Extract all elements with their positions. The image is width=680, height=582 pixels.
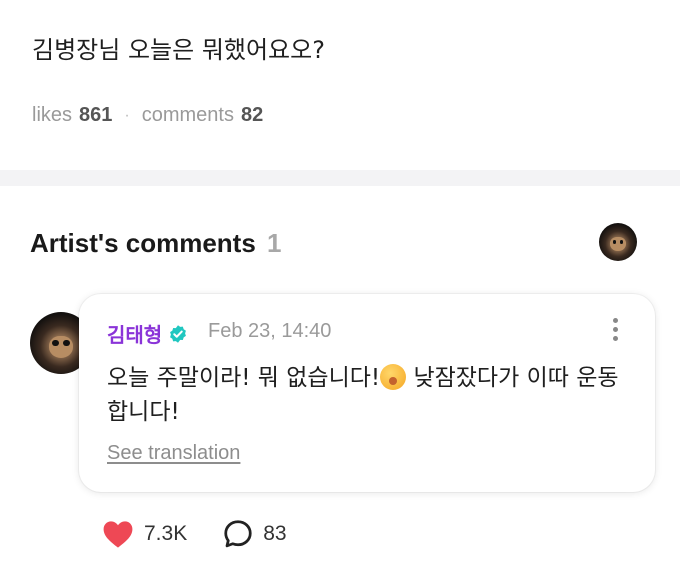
comment-text-part1: 오늘 주말이라! 뭐 없습니다!	[107, 365, 381, 391]
verified-check-icon	[170, 324, 187, 343]
comments-label: comments	[141, 104, 234, 126]
more-options-icon[interactable]	[607, 318, 623, 344]
see-translation-link[interactable]: See translation	[107, 442, 240, 465]
kebab-dot	[612, 327, 618, 332]
comment-author[interactable]: 김태형	[107, 319, 188, 348]
reply-bubble-icon[interactable]	[223, 519, 253, 549]
avatar-eye-left	[52, 339, 59, 347]
artist-avatar[interactable]	[599, 223, 637, 261]
artist-comment-card: 김태형 Feb 23, 14:40 오늘 주말이라! 뭐 없습니다! 낮잠잤다가…	[79, 294, 655, 492]
post-stats: likes 861 · comments 82	[32, 104, 263, 127]
comment-author-name[interactable]: 김태형	[107, 319, 162, 348]
kebab-dot	[612, 336, 618, 341]
artist-comments-count: 1	[267, 228, 282, 258]
stats-separator: ·	[124, 106, 130, 124]
comment-reply-count: 83	[263, 522, 287, 545]
likes-count[interactable]: 861	[79, 104, 112, 127]
post-body: 김병장님 오늘은 뭐했어요오? likes 861 · comments 82	[0, 0, 680, 170]
yawning-face-icon	[380, 364, 407, 390]
post-text: 김병장님 오늘은 뭐했어요오?	[32, 36, 325, 64]
artist-comments-title: Artist's comments 1	[30, 228, 282, 259]
comment-timestamp: Feb 23, 14:40	[208, 320, 332, 342]
avatar-eye-right	[63, 339, 70, 347]
avatar-eye-right	[619, 240, 624, 244]
avatar-face	[48, 335, 74, 358]
comment-actions: 7.3K 83	[102, 519, 287, 549]
likes-label: likes	[32, 104, 73, 126]
comment-like-count: 7.3K	[144, 522, 188, 545]
comments-count[interactable]: 82	[241, 104, 263, 127]
section-divider	[0, 170, 680, 186]
kebab-dot	[612, 318, 618, 323]
comment-text: 오늘 주말이라! 뭐 없습니다! 낮잠잤다가 이따 운동합니다!	[107, 361, 637, 429]
artist-comments-label: Artist's comments	[30, 228, 256, 258]
heart-icon[interactable]	[102, 519, 134, 549]
